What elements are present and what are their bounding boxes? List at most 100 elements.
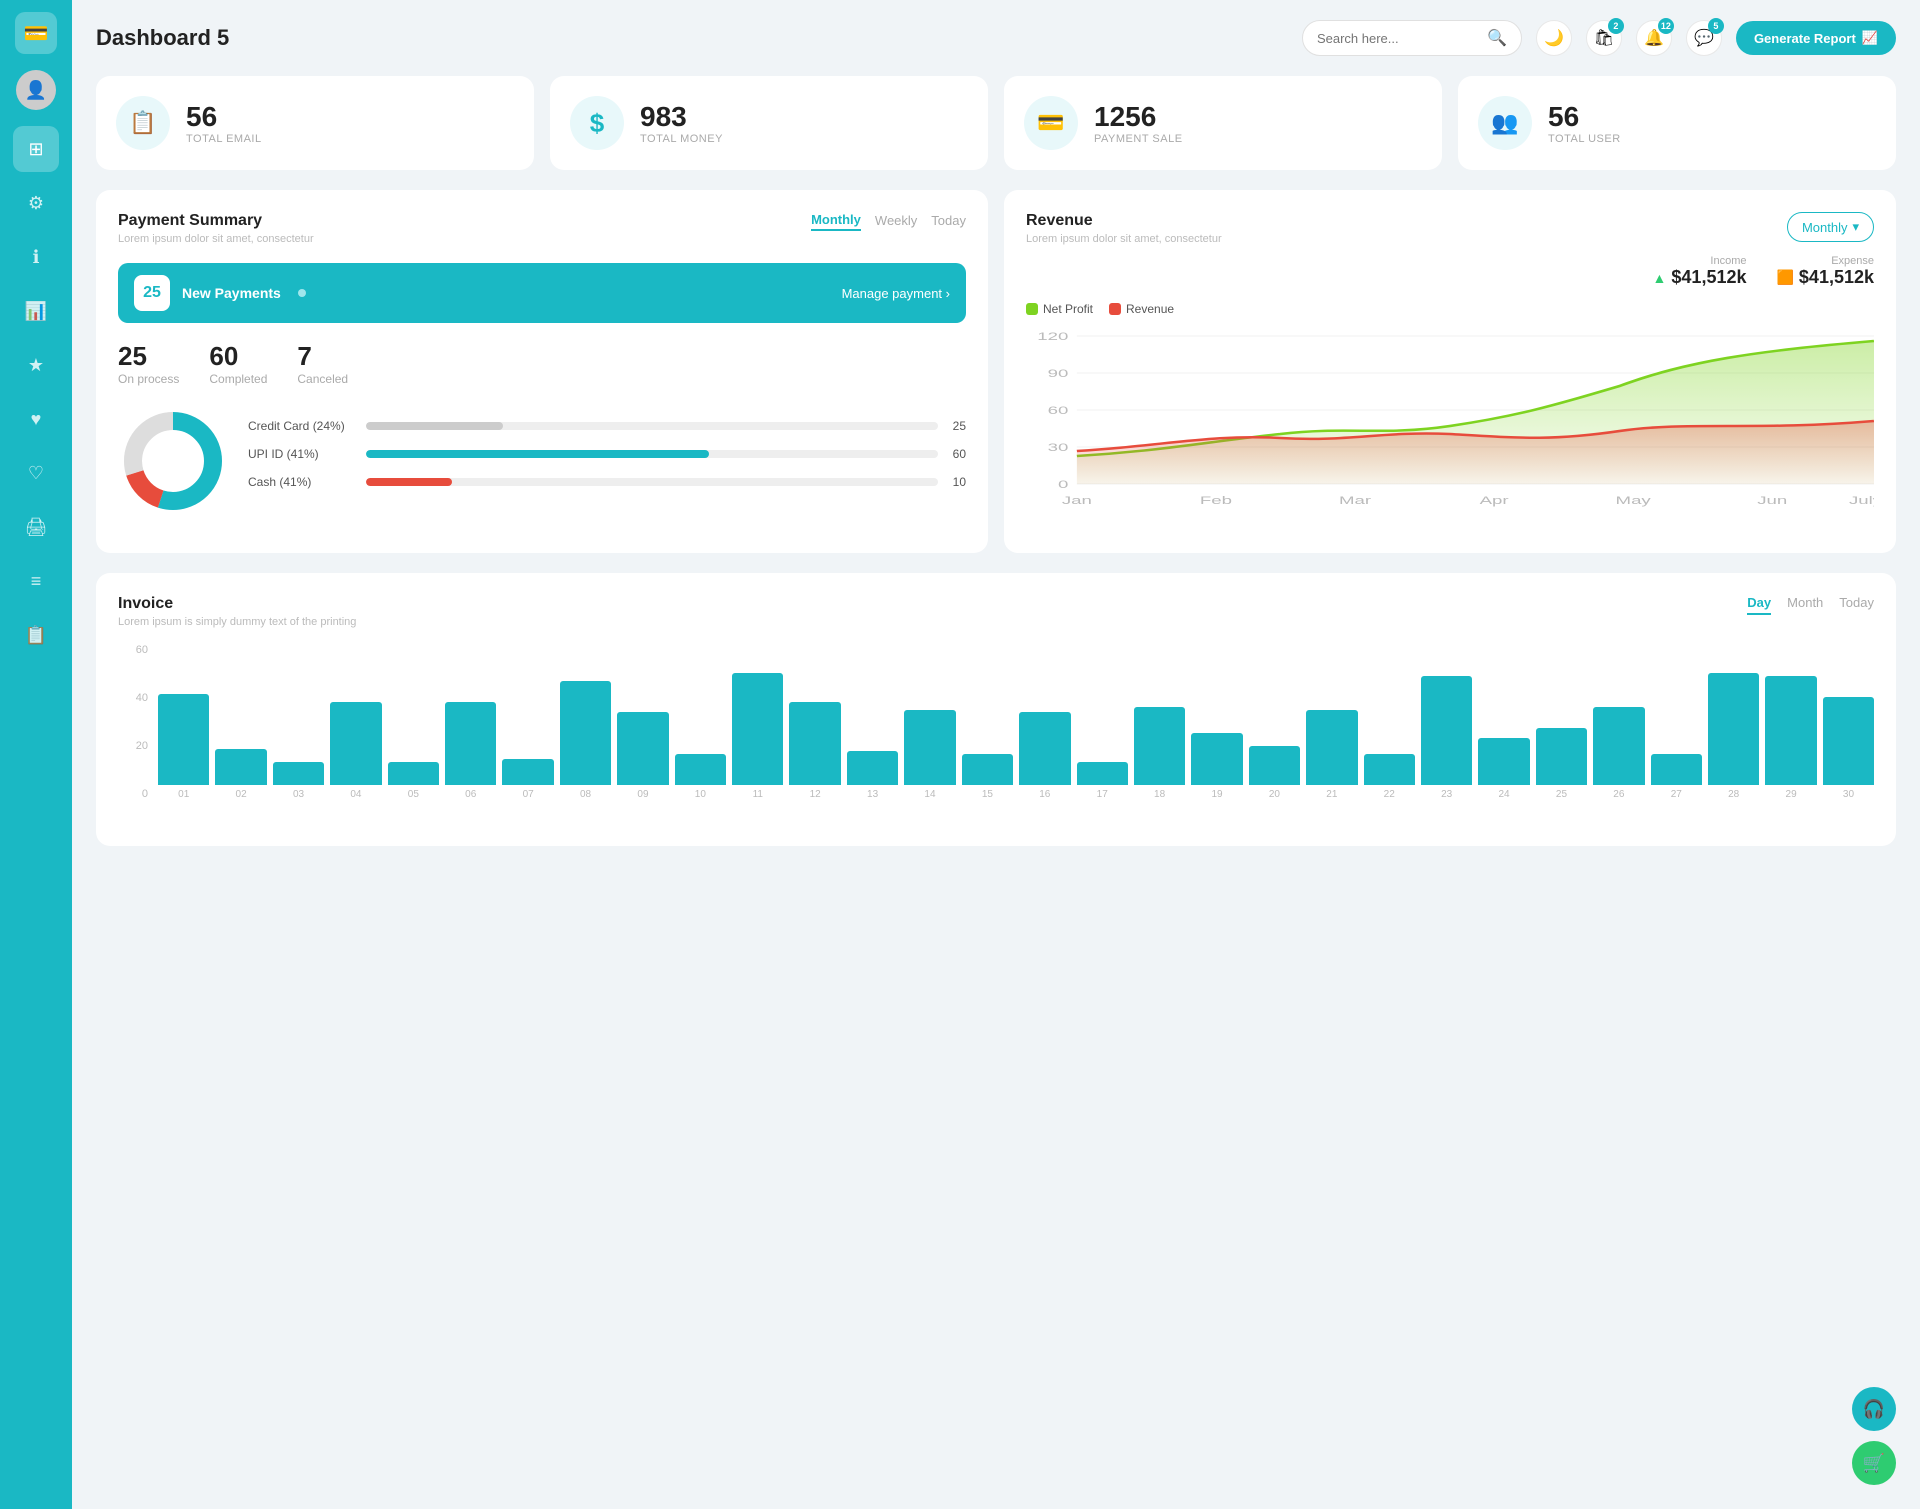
net-profit-dot xyxy=(1026,303,1038,315)
bar-col-3: 03 xyxy=(273,762,324,800)
bell-notification[interactable]: 🔔 12 xyxy=(1636,20,1672,56)
search-box[interactable]: 🔍 xyxy=(1302,20,1522,56)
theme-toggle[interactable]: 🌙 xyxy=(1536,20,1572,56)
bar-x-label: 02 xyxy=(236,789,247,800)
bar-col-16: 16 xyxy=(1019,712,1070,800)
expense-item: Expense 🟧 $41,512k xyxy=(1776,255,1874,288)
income-value: ▲ $41,512k xyxy=(1653,267,1747,288)
bar-x-label: 21 xyxy=(1326,789,1337,800)
svg-text:120: 120 xyxy=(1037,331,1068,343)
tab-weekly[interactable]: Weekly xyxy=(875,213,917,230)
search-input[interactable] xyxy=(1317,31,1479,46)
svg-text:90: 90 xyxy=(1048,368,1069,380)
bar-x-label: 08 xyxy=(580,789,591,800)
message-notification[interactable]: 💬 5 xyxy=(1686,20,1722,56)
sidebar-item-info[interactable]: ℹ xyxy=(13,234,59,280)
bar-rect xyxy=(1077,762,1128,785)
sidebar-item-heart-filled[interactable]: ♥ xyxy=(13,396,59,442)
bar-col-4: 04 xyxy=(330,702,381,800)
shop-notification[interactable]: 🛍 2 xyxy=(1586,20,1622,56)
sidebar-item-dashboard[interactable]: ⊞ xyxy=(13,126,59,172)
invoice-title: Invoice xyxy=(118,595,356,613)
bar-rect xyxy=(388,762,439,785)
sidebar-item-list[interactable]: ≡ xyxy=(13,558,59,604)
tab-today[interactable]: Today xyxy=(931,213,966,230)
expense-value: 🟧 $41,512k xyxy=(1776,267,1874,288)
sidebar-item-doc[interactable]: 📋 xyxy=(13,612,59,658)
bar-col-5: 05 xyxy=(388,762,439,800)
bar-rect xyxy=(215,749,266,785)
new-payments-count: 25 xyxy=(134,275,170,311)
generate-report-label: Generate Report xyxy=(1754,31,1856,46)
bar-x-label: 04 xyxy=(350,789,361,800)
revenue-title-group: Revenue Lorem ipsum dolor sit amet, cons… xyxy=(1026,212,1222,245)
sidebar-item-chart[interactable]: 📊 xyxy=(13,288,59,334)
email-icon: 📋 xyxy=(116,96,170,150)
bar-col-7: 07 xyxy=(502,759,553,800)
sidebar-logo[interactable]: 💳 xyxy=(15,12,57,54)
revenue-dot xyxy=(1109,303,1121,315)
bar-x-label: 05 xyxy=(408,789,419,800)
bar-x-label: 23 xyxy=(1441,789,1452,800)
bar-col-2: 02 xyxy=(215,749,266,800)
bar-rect xyxy=(617,712,668,785)
bar-col-30: 30 xyxy=(1823,697,1874,800)
sidebar-item-heart-outline[interactable]: ♡ xyxy=(13,450,59,496)
cart-fab[interactable]: 🛒 xyxy=(1852,1441,1896,1485)
payment-summary-header: Payment Summary Lorem ipsum dolor sit am… xyxy=(118,212,966,245)
payment-summary-subtitle: Lorem ipsum dolor sit amet, consectetur xyxy=(118,233,314,245)
bar-rect xyxy=(1765,676,1816,785)
revenue-monthly-dropdown[interactable]: Monthly ▾ xyxy=(1787,212,1874,242)
user-value: 56 xyxy=(1548,101,1621,133)
bar-x-label: 07 xyxy=(523,789,534,800)
bar-col-28: 28 xyxy=(1708,673,1759,800)
stat-card-payment-content: 1256 PAYMENT SALE xyxy=(1094,101,1183,145)
bar-rect xyxy=(560,681,611,785)
sidebar-item-print[interactable]: 🖨 xyxy=(13,504,59,550)
invoice-header: Invoice Lorem ipsum is simply dummy text… xyxy=(118,595,1874,628)
sidebar-item-settings[interactable]: ⚙ xyxy=(13,180,59,226)
bar-x-label: 27 xyxy=(1671,789,1682,800)
bar-rect xyxy=(1651,754,1702,785)
email-value: 56 xyxy=(186,101,262,133)
income-arrow-icon: ▲ xyxy=(1653,270,1667,286)
tab-monthly[interactable]: Monthly xyxy=(811,212,861,231)
manage-payment-link[interactable]: Manage payment › xyxy=(842,286,950,301)
bar-rect xyxy=(789,702,840,785)
bar-col-21: 21 xyxy=(1306,710,1357,800)
sidebar-item-star[interactable]: ★ xyxy=(13,342,59,388)
bar-col-1: 01 xyxy=(158,694,209,800)
bar-rect xyxy=(158,694,209,785)
invoice-tab-month[interactable]: Month xyxy=(1787,595,1823,615)
legend-revenue: Revenue xyxy=(1109,302,1174,316)
bar-col-6: 06 xyxy=(445,702,496,800)
canceled-label: Canceled xyxy=(297,372,348,386)
bar-x-label: 15 xyxy=(982,789,993,800)
payment-icon: 💳 xyxy=(1024,96,1078,150)
bar-rect xyxy=(962,754,1013,785)
credit-card-label: Credit Card (24%) xyxy=(248,419,358,433)
bar-rect xyxy=(1478,738,1529,785)
bar-rect xyxy=(1364,754,1415,785)
bar-col-10: 10 xyxy=(675,754,726,800)
bar-row-cash: Cash (41%) 10 xyxy=(248,475,966,489)
new-payments-dot xyxy=(298,289,306,297)
invoice-tab-today[interactable]: Today xyxy=(1839,595,1874,615)
svg-text:Mar: Mar xyxy=(1339,495,1371,507)
invoice-panel: Invoice Lorem ipsum is simply dummy text… xyxy=(96,573,1896,846)
bar-chart-icon: 📈 xyxy=(1862,30,1878,46)
bar-rect xyxy=(904,710,955,785)
y-label-20: 20 xyxy=(136,740,148,752)
bar-x-label: 12 xyxy=(810,789,821,800)
legend-net-profit: Net Profit xyxy=(1026,302,1093,316)
svg-text:60: 60 xyxy=(1048,405,1069,417)
sidebar-avatar[interactable]: 👤 xyxy=(16,70,56,110)
bar-rect xyxy=(675,754,726,785)
revenue-chart-area: 120 90 60 30 0 xyxy=(1026,326,1874,531)
invoice-tab-day[interactable]: Day xyxy=(1747,595,1771,615)
generate-report-button[interactable]: Generate Report 📈 xyxy=(1736,21,1896,55)
topbar-right: 🔍 🌙 🛍 2 🔔 12 💬 5 Generate Report 📈 xyxy=(1302,20,1896,56)
bar-rect xyxy=(445,702,496,785)
support-fab[interactable]: 🎧 xyxy=(1852,1387,1896,1431)
completed-label: Completed xyxy=(209,372,267,386)
